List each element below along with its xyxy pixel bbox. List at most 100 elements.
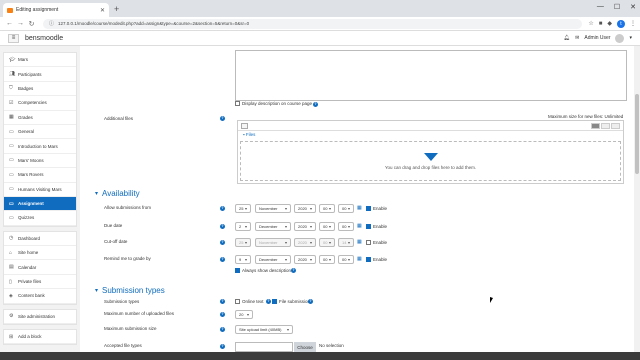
hour-select[interactable]: 00 bbox=[319, 255, 335, 264]
checkbox-box[interactable] bbox=[272, 299, 277, 304]
checkbox-box[interactable] bbox=[235, 268, 240, 273]
help-icon[interactable]: ? bbox=[220, 257, 225, 262]
view-tree-icon[interactable] bbox=[611, 122, 620, 129]
max-size-select[interactable]: Site upload limit (40MB) bbox=[235, 325, 293, 334]
star-icon[interactable]: ☆ bbox=[588, 20, 593, 27]
help-icon[interactable]: ? bbox=[220, 327, 225, 332]
extension-icon[interactable]: ◆ bbox=[607, 20, 612, 27]
minute-select[interactable]: 00 bbox=[338, 222, 354, 231]
minute-select[interactable]: 14 bbox=[338, 238, 354, 247]
enable-checkbox[interactable]: Enable bbox=[366, 257, 387, 262]
minute-select[interactable]: 00 bbox=[338, 204, 354, 213]
sidebar-item[interactable]: ▭ Mars Rovers bbox=[4, 168, 76, 183]
sidebar-item[interactable]: ▭ Introduction to Mars bbox=[4, 139, 76, 154]
browser-tab[interactable]: Editing assignment ✕ bbox=[3, 3, 109, 17]
reload-icon[interactable]: ↻ bbox=[26, 20, 37, 28]
day-select[interactable]: 9 bbox=[235, 255, 251, 264]
close-tab-icon[interactable]: ✕ bbox=[100, 7, 105, 14]
sidebar-item[interactable]: ▯ Private files bbox=[4, 275, 76, 290]
enable-checkbox[interactable]: Enable bbox=[366, 224, 387, 229]
calendar-icon[interactable]: ▦ bbox=[357, 205, 362, 211]
help-icon[interactable]: ? bbox=[220, 206, 225, 211]
user-name[interactable]: Admin User bbox=[584, 35, 610, 41]
availability-header[interactable]: ▾ Availability bbox=[95, 189, 140, 198]
sidebar-item[interactable]: ▭ Humans Visiting Mars bbox=[4, 183, 76, 197]
year-select[interactable]: 2020 bbox=[294, 222, 316, 231]
profile-avatar-icon[interactable]: t bbox=[617, 19, 625, 28]
file-drop-zone[interactable]: You can drag and drop files here to add … bbox=[240, 141, 621, 181]
help-icon[interactable]: ? bbox=[266, 299, 271, 304]
view-list-icon[interactable] bbox=[601, 122, 610, 129]
year-select[interactable]: 2020 bbox=[294, 204, 316, 213]
notification-bell-icon[interactable]: 🔔︎ bbox=[564, 35, 570, 41]
sidebar-item[interactable]: ⊞ Add a block bbox=[4, 330, 76, 345]
day-select[interactable]: 25 bbox=[235, 204, 251, 213]
file-submissions-checkbox[interactable]: File submissions bbox=[272, 299, 312, 304]
files-path[interactable]: Files bbox=[246, 132, 256, 137]
year-select[interactable]: 2020 bbox=[294, 255, 316, 264]
calendar-icon[interactable]: ▦ bbox=[357, 256, 362, 262]
sidebar-item[interactable]: ⌂ Site home bbox=[4, 246, 76, 261]
hour-select[interactable]: 00 bbox=[319, 238, 335, 247]
sidebar-item[interactable]: 👥︎ Participants bbox=[4, 67, 76, 82]
checkbox-box[interactable] bbox=[235, 299, 240, 304]
checkbox-box[interactable] bbox=[366, 257, 371, 262]
scrollbar-thumb[interactable] bbox=[635, 94, 639, 174]
forward-icon[interactable]: → bbox=[15, 20, 26, 27]
calendar-icon[interactable]: ▦ bbox=[357, 239, 362, 245]
checkbox-box[interactable] bbox=[366, 206, 371, 211]
site-brand[interactable]: bensmoodle bbox=[25, 35, 63, 42]
sidebar-item[interactable]: ◈ Content bank bbox=[4, 289, 76, 304]
sidebar-item[interactable]: ▭ General bbox=[4, 125, 76, 140]
help-icon[interactable]: ? bbox=[313, 102, 318, 107]
calendar-icon[interactable]: ▦ bbox=[357, 223, 362, 229]
sidebar-item[interactable]: ◷ Dashboard bbox=[4, 232, 76, 247]
add-file-icon[interactable] bbox=[241, 122, 248, 129]
day-select[interactable]: 2 bbox=[235, 222, 251, 231]
sidebar-item[interactable]: ▦ Grades bbox=[4, 111, 76, 125]
sidebar-item[interactable]: ⛉ Badges bbox=[4, 82, 76, 97]
help-icon[interactable]: ? bbox=[308, 299, 313, 304]
menu-dots-icon[interactable]: ⋮ bbox=[630, 20, 636, 27]
menu-toggle-icon[interactable]: ≡ bbox=[8, 33, 19, 43]
description-editor[interactable] bbox=[235, 50, 627, 101]
extension-icon[interactable]: ■ bbox=[599, 21, 603, 27]
help-icon[interactable]: ? bbox=[291, 268, 296, 273]
accepted-types-input[interactable] bbox=[235, 342, 293, 352]
sidebar-item[interactable]: 🎓︎ Mars bbox=[4, 53, 76, 68]
sidebar-item[interactable]: ☑ Competencies bbox=[4, 96, 76, 111]
help-icon[interactable]: ? bbox=[220, 224, 225, 229]
hour-select[interactable]: 00 bbox=[319, 222, 335, 231]
chevron-down-icon[interactable]: ▾ bbox=[629, 35, 632, 41]
sidebar-item[interactable]: ⚙ Site administration bbox=[4, 310, 76, 325]
checkbox-box[interactable] bbox=[366, 224, 371, 229]
display-description-checkbox[interactable]: Display description on course page bbox=[235, 101, 312, 106]
messages-icon[interactable]: ✉︎ bbox=[575, 35, 579, 41]
enable-checkbox[interactable]: Enable bbox=[366, 206, 387, 211]
url-field[interactable]: ⓘ 127.0.0.1/moodle/course/modedit.php?ad… bbox=[43, 18, 583, 29]
page-scrollbar[interactable] bbox=[634, 46, 640, 352]
help-icon[interactable]: ? bbox=[220, 240, 225, 245]
sidebar-item[interactable]: ▭ Assignment bbox=[4, 196, 76, 212]
back-icon[interactable]: ← bbox=[4, 20, 15, 27]
choose-button[interactable]: Choose bbox=[294, 342, 316, 352]
always-show-checkbox[interactable]: Always show description bbox=[235, 268, 291, 273]
help-icon[interactable]: ? bbox=[220, 312, 225, 317]
help-icon[interactable]: ? bbox=[220, 344, 225, 349]
checkbox-box[interactable] bbox=[366, 240, 371, 245]
help-icon[interactable]: ? bbox=[220, 299, 225, 304]
day-select[interactable]: 25 bbox=[235, 238, 251, 247]
online-text-checkbox[interactable]: Online text bbox=[235, 299, 264, 304]
sidebar-item[interactable]: ▤ Calendar bbox=[4, 260, 76, 275]
checkbox-box[interactable] bbox=[235, 101, 240, 106]
close-window-icon[interactable]: ✕ bbox=[630, 3, 636, 11]
sidebar-item[interactable]: ▭ Quizzes bbox=[4, 211, 76, 226]
year-select[interactable]: 2020 bbox=[294, 238, 316, 247]
submission-types-header[interactable]: ▾ Submission types bbox=[95, 286, 165, 295]
max-files-select[interactable]: 20 bbox=[235, 310, 253, 319]
hour-select[interactable]: 00 bbox=[319, 204, 335, 213]
month-select[interactable]: December bbox=[255, 222, 291, 231]
new-tab-icon[interactable]: + bbox=[114, 4, 119, 14]
view-icons-icon[interactable] bbox=[591, 122, 600, 129]
maximize-icon[interactable]: ☐ bbox=[614, 3, 620, 11]
